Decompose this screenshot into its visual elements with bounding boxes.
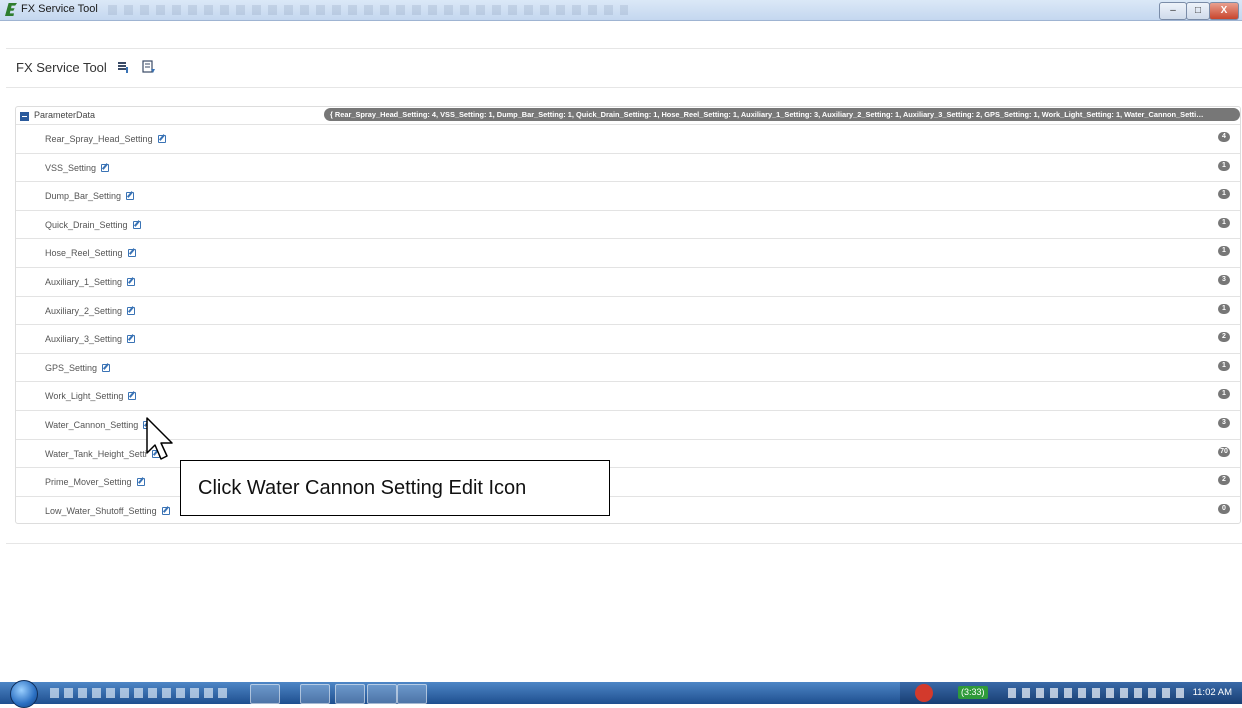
parameter-name: Quick_Drain_Setting — [45, 219, 128, 230]
edit-icon[interactable] — [126, 192, 135, 201]
parameter-summary-badge: { Rear_Spray_Head_Setting: 4, VSS_Settin… — [324, 108, 1240, 121]
parameter-label: Auxiliary_2_Setting — [45, 305, 136, 316]
edit-icon[interactable] — [102, 363, 111, 372]
parameter-name: Water_Cannon_Setting — [45, 419, 139, 430]
edit-icon[interactable] — [101, 163, 110, 172]
mouse-cursor-icon — [146, 417, 173, 460]
parameter-label: Hose_Reel_Setting — [45, 248, 136, 258]
parameter-row: Auxiliary_2_Setting 1 — [16, 295, 1240, 325]
count-badge: 1 — [1218, 217, 1230, 228]
minimize-button[interactable]: – — [1159, 2, 1187, 20]
parameter-name: Dump_Bar_Setting — [45, 191, 122, 202]
background-toolbar — [108, 5, 628, 15]
count-badge: 3 — [1218, 417, 1230, 428]
parameter-label: GPS_Setting — [45, 362, 111, 373]
parameter-label: Water_Cannon_Setting — [45, 419, 152, 430]
parameter-row: Work_Light_Setting 1 — [16, 381, 1240, 410]
parameter-row: Water_Cannon_Setting 3 — [16, 409, 1240, 439]
clock[interactable]: 11:02 AM — [1193, 687, 1232, 698]
collapse-icon[interactable] — [20, 112, 29, 121]
edit-icon[interactable] — [161, 506, 170, 515]
edit-icon[interactable] — [127, 249, 136, 258]
parameter-row: GPS_Setting 1 — [16, 352, 1240, 382]
report-icon[interactable] — [142, 60, 156, 74]
tray-icons[interactable] — [1008, 688, 1188, 698]
parameter-data-header[interactable]: ParameterData { Rear_Spray_Head_Setting:… — [16, 107, 1240, 124]
parameter-data-label: ParameterData — [34, 110, 96, 120]
export-icon[interactable] — [117, 61, 129, 73]
parameter-label: Auxiliary_1_Setting — [45, 276, 136, 287]
count-badge: 1 — [1218, 389, 1230, 400]
app-logo-icon — [5, 3, 17, 16]
close-button[interactable]: X — [1209, 2, 1239, 20]
parameter-row: Auxiliary_3_Setting 2 — [16, 324, 1240, 353]
taskbar-word[interactable] — [367, 684, 397, 704]
system-tray: (3:33) 11:02 AM — [900, 682, 1242, 704]
count-badge: 1 — [1218, 189, 1230, 200]
parameter-name: Work_Light_Setting — [45, 391, 124, 402]
edit-icon[interactable] — [127, 277, 136, 286]
count-badge: 2 — [1218, 332, 1230, 343]
count-badge: 3 — [1218, 274, 1230, 285]
maximize-button[interactable]: □ — [1186, 2, 1210, 20]
parameter-name: Hose_Reel_Setting — [45, 248, 123, 259]
parameter-row: Quick_Drain_Setting 1 — [16, 209, 1240, 239]
parameter-name: Rear_Spray_Head_Setting — [45, 134, 153, 144]
app-header: FX Service Tool — [6, 49, 1242, 88]
count-badge: 1 — [1218, 360, 1230, 371]
taskbar-app-3[interactable] — [335, 684, 365, 704]
parameter-label: Water_Tank_Height_Setti — [45, 449, 160, 459]
quick-launch-icons[interactable] — [50, 688, 230, 698]
parameter-row: Hose_Reel_Setting 1 — [16, 238, 1240, 267]
parameter-row: VSS_Setting 1 — [16, 152, 1240, 182]
taskbar: (3:33) 11:02 AM — [0, 680, 1242, 708]
parameter-name: Low_Water_Shutoff_Setting — [45, 505, 157, 516]
parameter-label: Low_Water_Shutoff_Setting — [45, 506, 170, 516]
window-title-bar: FX Service Tool – □ X — [0, 0, 1242, 21]
tray-time-badge[interactable]: (3:33) — [958, 686, 988, 699]
page-title: FX Service Tool — [16, 60, 107, 75]
parameter-label: Prime_Mover_Setting — [45, 477, 145, 487]
taskbar-app-2[interactable] — [300, 684, 330, 704]
taskbar-fx-service-tool[interactable] — [397, 684, 427, 704]
parameter-label: Auxiliary_3_Setting — [45, 334, 136, 345]
edit-icon[interactable] — [128, 392, 137, 401]
edit-icon[interactable] — [157, 135, 166, 143]
parameter-label: Dump_Bar_Setting — [45, 191, 135, 202]
parameter-label: Quick_Drain_Setting — [45, 220, 141, 230]
edit-icon[interactable] — [127, 306, 136, 315]
count-badge: 1 — [1218, 160, 1230, 171]
instruction-callout: Click Water Cannon Setting Edit Icon — [180, 460, 610, 516]
edit-icon[interactable] — [136, 478, 145, 487]
count-badge: 0 — [1218, 503, 1230, 514]
parameter-row: Auxiliary_1_Setting 3 — [16, 266, 1240, 296]
alert-icon[interactable] — [915, 684, 933, 702]
parameter-label: Rear_Spray_Head_Setting — [45, 134, 166, 144]
parameter-name: Water_Tank_Height_Setti — [45, 448, 147, 459]
parameter-label: Work_Light_Setting — [45, 391, 137, 402]
parameter-name: VSS_Setting — [45, 162, 97, 173]
taskbar-app-1[interactable] — [250, 684, 280, 704]
edit-icon[interactable] — [132, 220, 141, 229]
count-badge: 1 — [1218, 303, 1230, 314]
parameter-label: VSS_Setting — [45, 162, 110, 173]
parameter-name: Auxiliary_2_Setting — [45, 305, 123, 316]
parameter-name: GPS_Setting — [45, 362, 98, 373]
parameter-name: Prime_Mover_Setting — [45, 477, 132, 488]
window-title: FX Service Tool — [21, 3, 98, 15]
count-badge: 70 — [1218, 446, 1230, 457]
parameter-row: Dump_Bar_Setting 1 — [16, 181, 1240, 210]
count-badge: 2 — [1218, 475, 1230, 486]
edit-icon[interactable] — [127, 335, 136, 344]
count-badge: 1 — [1218, 246, 1230, 257]
top-strip — [6, 22, 1242, 49]
parameter-name: Auxiliary_1_Setting — [45, 276, 123, 287]
count-badge: 4 — [1218, 132, 1230, 142]
parameter-name: Auxiliary_3_Setting — [45, 334, 123, 345]
parameter-row: Rear_Spray_Head_Setting 4 — [16, 124, 1240, 153]
